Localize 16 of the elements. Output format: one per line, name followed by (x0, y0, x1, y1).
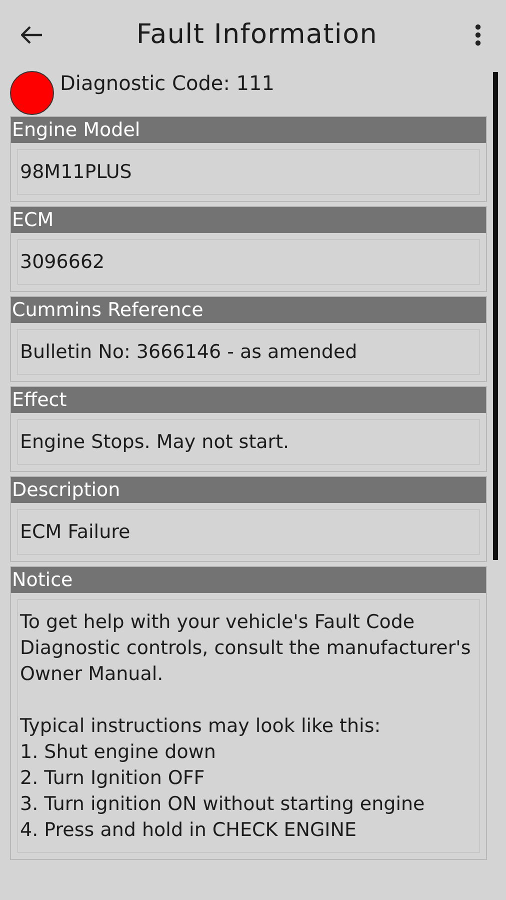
section-header: Cummins Reference (11, 297, 486, 323)
value-field: 3096662 (17, 239, 480, 285)
diagnostic-code: Diagnostic Code: 111 (60, 70, 274, 97)
section-header: Description (11, 477, 486, 503)
back-arrow-icon (21, 26, 43, 44)
section-header: Engine Model (11, 117, 486, 143)
value-field: ECM Failure (17, 509, 480, 555)
more-options-icon (475, 24, 481, 46)
section-header: Effect (11, 387, 486, 413)
value-field: Bulletin No: 3666146 - as amended (17, 329, 480, 375)
value-field: Engine Stops. May not start. (17, 419, 480, 465)
section-header: Notice (11, 567, 486, 593)
value-field: 98M11PLUS (17, 149, 480, 195)
screen-title: Fault Information (136, 18, 378, 52)
value-field: To get help with your vehicle's Fault Code Diagnostic controls, consult the manufacturer's Owner Manual. Typical instructions may look like this: 1. Shut engine down 2. Turn Ignition OFF 3. Turn ignition ON without starting engine 4. Press and hold in CHECK ENGINE (17, 599, 480, 853)
section-header: ECM (11, 207, 486, 233)
